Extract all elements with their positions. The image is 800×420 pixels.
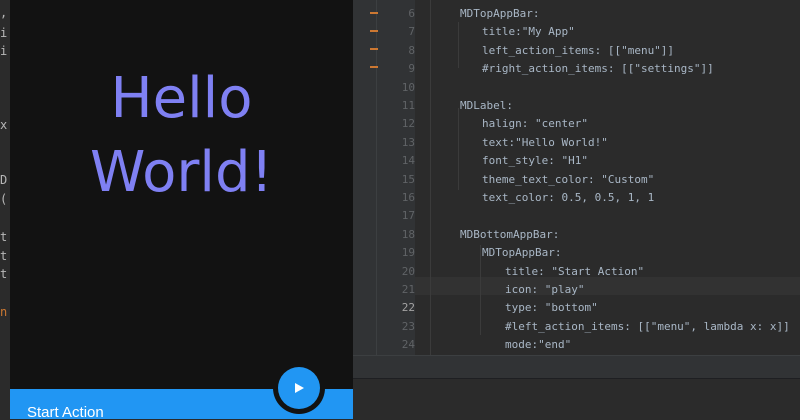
code-fragment: n [0, 305, 8, 319]
code-line: MDTopAppBar: [460, 7, 540, 20]
indent-guide [458, 22, 459, 68]
line-number: 8 [408, 43, 415, 57]
indent-guide [430, 0, 431, 355]
line-number: 22 [401, 301, 415, 315]
line-number: 14 [401, 154, 415, 168]
line-number: 19 [401, 246, 415, 260]
play-icon [295, 383, 304, 393]
line-number: 12 [401, 117, 415, 131]
code-line: theme_text_color: "Custom" [482, 172, 655, 186]
code-line: #left_action_items: [["menu", lambda x: … [505, 319, 790, 333]
line-number: 21 [401, 283, 415, 296]
code-line: type: "bottom" [505, 301, 598, 315]
line-number: 17 [401, 209, 415, 223]
code-line: MDBottomAppBar: [460, 227, 560, 241]
change-markers [370, 0, 380, 355]
code-line: MDTopAppBar: [482, 246, 562, 260]
code-fragment: D [0, 173, 8, 187]
code-line: text:"Hello World!" [482, 135, 608, 149]
code-fragment: i [0, 44, 8, 58]
line-number: 13 [401, 135, 415, 149]
code-line: #right_action_items: [["settings"]] [482, 62, 714, 76]
start-action-fab[interactable] [278, 367, 320, 409]
code-fragment: t [0, 267, 8, 281]
bottom-tool-panel [353, 378, 800, 420]
code-line: text_color: 0.5, 0.5, 1, 1 [482, 191, 655, 204]
line-number: 16 [401, 191, 415, 204]
line-number: 24 [401, 338, 415, 352]
code-line: title:"My App" [482, 25, 575, 39]
hello-world-label: Hello World! [90, 66, 273, 205]
indent-guide [480, 245, 481, 335]
line-number: 9 [408, 62, 415, 76]
code-fragment: ( [0, 192, 8, 206]
code-line: left_action_items: [["menu"]] [482, 43, 675, 57]
line-number: 11 [401, 99, 415, 112]
line-number: 6 [408, 7, 415, 20]
line-number: 20 [401, 264, 415, 278]
code-line: title: "Start Action" [505, 264, 645, 278]
code-fragment: t [0, 249, 8, 263]
line-number: 18 [401, 227, 415, 241]
line-number: 7 [408, 25, 415, 39]
app-window: Hello World! Start Action [10, 0, 353, 419]
indent-guide [458, 108, 459, 190]
code-line: MDLabel: [460, 99, 513, 112]
code-line: halign: "center" [482, 117, 588, 131]
code-fragment: i [0, 26, 8, 40]
bottom-bar-title: Start Action [27, 404, 104, 419]
line-number: 10 [401, 80, 415, 94]
line-number: 23 [401, 319, 415, 333]
code-line: font_style: "H1" [482, 154, 588, 168]
code-line: mode:"end" [505, 338, 572, 352]
code-fragment: x [0, 118, 8, 132]
code-line: icon: "play" [505, 283, 585, 296]
code-fragment: t [0, 230, 8, 244]
code-fragment: , [0, 6, 8, 20]
editor-footer [353, 355, 800, 378]
line-number: 15 [401, 172, 415, 186]
